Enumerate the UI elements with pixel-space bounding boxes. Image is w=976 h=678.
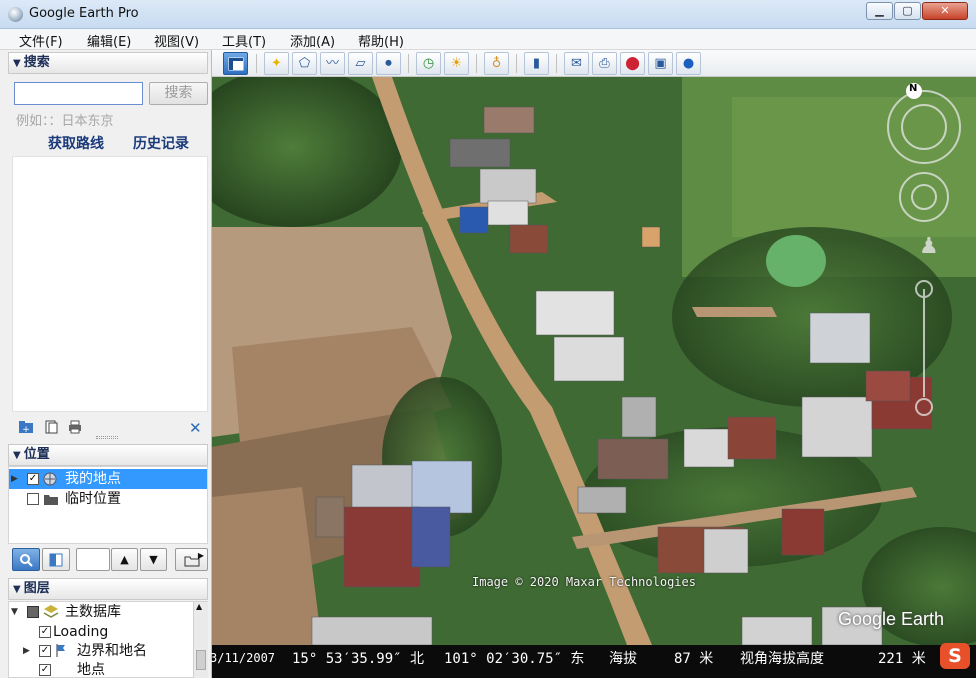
maps-icon[interactable]: ⬤ <box>620 52 645 75</box>
move-up-button[interactable]: ▲ <box>111 548 138 571</box>
sidebar-icon[interactable] <box>223 52 248 75</box>
status-bar: 3/11/2007 15° 53′35.99″ 北 101° 02′30.75″… <box>210 645 976 678</box>
close-button[interactable]: ✕ <box>922 2 968 20</box>
menu-tools[interactable]: 工具(T) <box>222 31 266 50</box>
layer-label: 地点 <box>77 662 105 678</box>
search-results-list <box>12 156 208 412</box>
toggle-panel-button[interactable] <box>42 548 70 571</box>
layers-scrollbar[interactable]: ▲ <box>193 602 208 678</box>
layer-item-places[interactable]: ✓ 地点 <box>9 660 207 678</box>
checkbox-places-layer[interactable]: ✓ <box>39 664 51 676</box>
places-panel-header[interactable]: ▼ 位置 <box>8 444 208 466</box>
close-panel-icon[interactable]: ✕ <box>189 419 202 437</box>
expand-arrow-icon[interactable]: ▶ <box>23 641 30 661</box>
checkbox-my-places[interactable]: ✓ <box>27 473 39 485</box>
minimize-button[interactable]: ▁ <box>866 2 893 20</box>
checkbox-loading[interactable]: ✓ <box>39 626 51 638</box>
expand-arrow-icon[interactable]: ▶ <box>11 469 18 489</box>
search-button[interactable]: 搜索 <box>149 82 208 105</box>
email-icon[interactable]: ✉ <box>564 52 589 75</box>
google-earth-app-icon <box>8 7 23 22</box>
tree-item-temp-places[interactable]: 临时位置 <box>9 489 207 509</box>
expand-arrow-icon[interactable]: ▼ <box>11 602 18 622</box>
panel-resize-grip[interactable] <box>96 436 118 439</box>
layer-label: 主数据库 <box>65 604 121 620</box>
eye-altitude-value: 221 米 <box>878 651 926 667</box>
search-header-label: 搜索 <box>23 55 50 70</box>
window-title: Google Earth Pro <box>29 6 139 21</box>
elevation-value: 87 米 <box>674 651 714 667</box>
print-small-icon[interactable] <box>67 419 83 435</box>
copy-icon[interactable] <box>43 419 59 435</box>
menu-add[interactable]: 添加(A) <box>290 31 335 50</box>
google-earth-logo: Google Earth <box>838 609 945 629</box>
overlay-icon[interactable]: ▱ <box>348 52 373 75</box>
layer-label: 边界和地名 <box>77 643 147 659</box>
layer-item-borders[interactable]: ▶ ✓ 边界和地名 <box>9 641 207 661</box>
street-view-pegman-icon[interactable]: ♟ <box>919 234 939 259</box>
placemark-icon[interactable]: ✦ <box>264 52 289 75</box>
scroll-up-icon[interactable]: ▲ <box>196 602 202 611</box>
main-toolbar: ✦ ⬠ 〰 ▱ ⏺ ◷ ☀ ♁ ▮ ✉ ⎙ ⬤ ▣ ● <box>212 50 976 77</box>
search-input[interactable] <box>14 82 143 105</box>
imagery-date: 3/11/2007 <box>210 651 276 665</box>
places-header-label: 位置 <box>23 447 50 462</box>
folder-icon <box>43 492 59 512</box>
satellite-imagery[interactable] <box>212 77 976 645</box>
path-icon[interactable]: 〰 <box>320 52 345 75</box>
menu-edit[interactable]: 编辑(E) <box>87 31 131 50</box>
imagery-copyright: Image © 2020 Maxar Technologies <box>472 575 696 589</box>
checkbox-primary-db[interactable] <box>27 606 39 618</box>
title-bar: Google Earth Pro ▁ ▢ ✕ <box>0 0 976 29</box>
places-filter-input[interactable] <box>76 548 110 571</box>
checkbox-temp-places[interactable] <box>27 493 39 505</box>
layers-header-label: 图层 <box>23 581 50 596</box>
menu-view[interactable]: 视图(V) <box>154 31 199 50</box>
scroll-thumb[interactable] <box>196 650 206 670</box>
menu-help[interactable]: 帮助(H) <box>358 31 404 50</box>
menu-file[interactable]: 文件(F) <box>19 31 63 50</box>
history-link[interactable]: 历史记录 <box>133 133 189 153</box>
print-icon[interactable]: ⎙ <box>592 52 617 75</box>
history-icon[interactable]: ◷ <box>416 52 441 75</box>
tour-icon[interactable]: ⏺ <box>376 52 401 75</box>
layers-panel-header[interactable]: ▼ 图层 <box>8 578 208 600</box>
collapse-triangle-icon[interactable]: ▼ <box>13 584 21 595</box>
save-image-icon[interactable]: ▣ <box>648 52 673 75</box>
polygon-icon[interactable]: ⬠ <box>292 52 317 75</box>
layer-item-primary-db[interactable]: ▼ 主数据库 <box>9 602 207 622</box>
ruler-icon[interactable]: ▮ <box>524 52 549 75</box>
search-places-button[interactable] <box>12 548 40 571</box>
move-down-button[interactable]: ▼ <box>140 548 167 571</box>
latitude-readout: 15° 53′35.99″ 北 <box>292 651 425 667</box>
earth-icon[interactable]: ● <box>676 52 701 75</box>
get-directions-link[interactable]: 获取路线 <box>48 133 104 153</box>
search-panel-header[interactable]: ▼ 搜索 <box>8 52 208 74</box>
planet-icon[interactable]: ♁ <box>484 52 509 75</box>
sun-icon[interactable]: ☀ <box>444 52 469 75</box>
elevation-label: 海拔 <box>609 651 637 667</box>
svg-text:+: + <box>22 425 30 435</box>
layers-tree: ▼ 主数据库 ✓ Loading ▶ ✓ 边界和地名 ✓ 地点 <box>8 601 208 678</box>
folder-menu-button[interactable]: ▶ <box>175 548 208 571</box>
longitude-readout: 101° 02′30.75″ 东 <box>444 651 585 667</box>
sogou-ime-icon[interactable]: S <box>940 643 970 669</box>
menu-bar: 文件(F) 编辑(E) 视图(V) 工具(T) 添加(A) 帮助(H) <box>0 29 976 50</box>
checkbox-borders[interactable]: ✓ <box>39 645 51 657</box>
eye-altitude-label: 视角海拔高度 <box>740 651 824 667</box>
search-example-text: 例如：：日本东京 <box>16 114 114 129</box>
places-toolbar: ▲ ▼ ▶ <box>12 548 208 572</box>
layer-label: Loading <box>53 624 109 640</box>
add-folder-icon[interactable]: + <box>18 419 34 435</box>
places-tree: ▶ ✓ 我的地点 临时位置 <box>8 466 208 544</box>
maximize-button[interactable]: ▢ <box>894 2 921 20</box>
compass-north-label: N <box>909 83 918 94</box>
collapse-triangle-icon[interactable]: ▼ <box>13 58 21 69</box>
layer-item-loading[interactable]: ✓ Loading <box>9 622 207 642</box>
map-view[interactable]: N ♟ <box>212 77 976 645</box>
tree-item-label: 我的地点 <box>65 471 121 487</box>
tree-item-my-places[interactable]: ▶ ✓ 我的地点 <box>9 469 207 489</box>
collapse-triangle-icon[interactable]: ▼ <box>13 450 21 461</box>
tree-item-label: 临时位置 <box>65 491 121 507</box>
